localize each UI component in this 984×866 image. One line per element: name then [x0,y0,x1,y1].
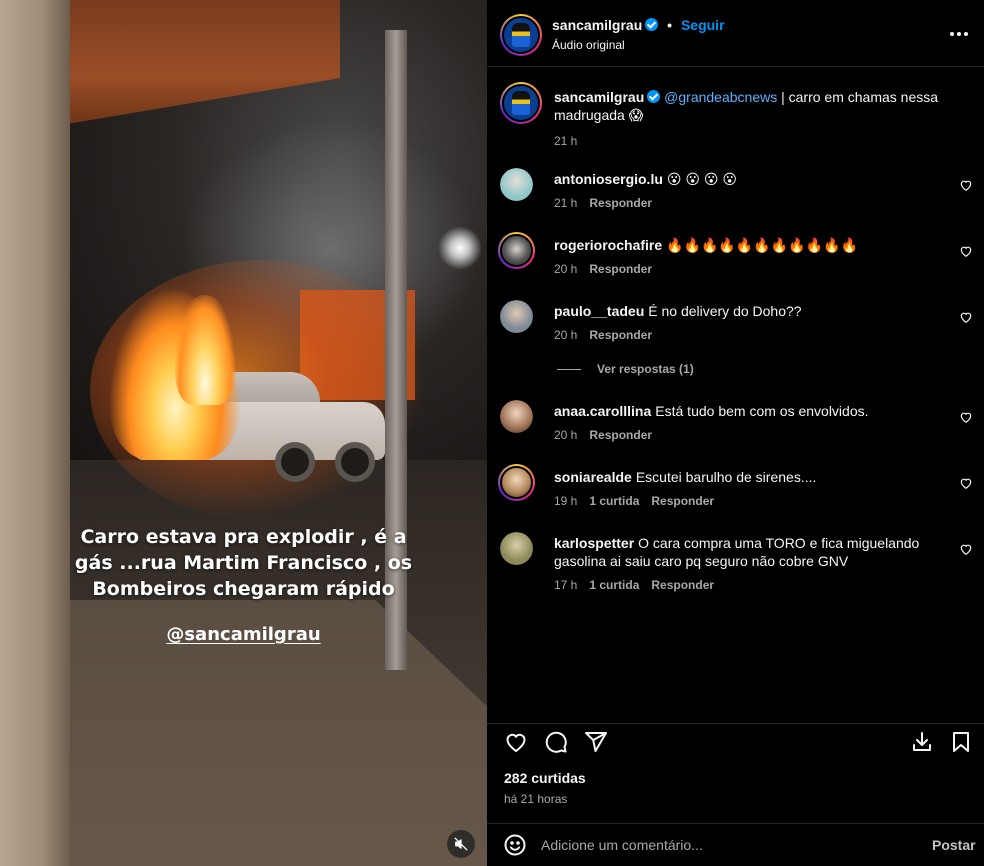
comment-likes[interactable]: 1 curtida [589,494,639,508]
author-avatar[interactable] [500,82,542,124]
caption-time[interactable]: 21 h [554,134,577,148]
heart-icon[interactable] [959,178,973,192]
comment-text: antoniosergio.lu 😮 😮 😮 😮 [554,170,944,188]
mention-link[interactable]: @grandeabcnews [664,89,777,105]
commenter-avatar[interactable] [500,300,533,333]
comment-meta: 17 h 1 curtida Responder [554,578,726,592]
post-comment-button[interactable]: Postar [932,837,976,853]
add-comment-bar: Postar [487,823,984,866]
comment-body: 🔥🔥🔥🔥🔥🔥🔥🔥🔥🔥🔥 [666,237,858,253]
commenter-username[interactable]: paulo__tadeu [554,303,644,319]
comment-text: karlospetter O cara compra uma TORO e fic… [554,534,944,570]
post-timestamp[interactable]: há 21 horas [504,792,567,806]
street-light [438,226,482,270]
comment-meta: 20 h Responder [554,428,664,442]
caption-username[interactable]: sancamilgrau [554,89,644,105]
caption-text: sancamilgrau @grandeabcnews | carro em c… [554,88,944,124]
handle-tag-text: @sancamilgrau [166,624,321,645]
commenter-username[interactable]: anaa.carolllina [554,403,651,419]
comment-meta: 20 h Responder [554,328,664,342]
caption-line: Carro estava pra explodir , é a [80,526,407,548]
commenter-username[interactable]: antoniosergio.lu [554,171,663,187]
heart-icon[interactable] [959,244,973,258]
commenter-avatar[interactable] [500,400,533,433]
follow-button[interactable]: Seguir [681,17,725,33]
share-icon[interactable] [584,730,608,754]
view-replies-label: Ver respostas (1) [597,362,694,376]
comment-body: Está tudo bem com os envolvidos. [655,403,869,419]
verified-badge-icon [645,18,659,31]
flame [175,295,235,405]
comment-time[interactable]: 21 h [554,196,577,210]
comment-time[interactable]: 20 h [554,428,577,442]
caption-line: gás ...rua Martim Francisco , os [74,552,413,574]
comment-text: soniarealde Escutei barulho de sirenes...… [554,468,944,486]
comment-text: anaa.carolllina Está tudo bem com os envo… [554,402,944,420]
commenter-username[interactable]: soniarealde [554,469,632,485]
comment-time[interactable]: 20 h [554,328,577,342]
bookmark-icon[interactable] [949,730,973,754]
reply-button[interactable]: Responder [651,578,714,592]
comments-list[interactable]: sancamilgrau @grandeabcnews | carro em c… [487,68,984,723]
mute-icon [454,837,468,851]
caption-line: Bombeiros chegaram rápido [92,578,395,600]
post-header: sancamilgrau • Seguir Áudio original [487,0,984,67]
download-icon[interactable] [910,730,934,754]
audio-label[interactable]: Áudio original [552,38,625,52]
comment-input[interactable] [541,835,911,855]
commenter-avatar[interactable] [500,168,533,201]
post-side-panel: sancamilgrau • Seguir Áudio original san… [487,0,984,866]
commenter-username[interactable]: karlospetter [554,535,634,551]
divider [557,368,581,370]
comment-text: rogeriorochafire 🔥🔥🔥🔥🔥🔥🔥🔥🔥🔥🔥 [554,236,944,254]
comment-time[interactable]: 19 h [554,494,577,508]
building-wall [0,0,70,866]
reply-button[interactable]: Responder [589,428,652,442]
comment-body: 😮 😮 😮 😮 [666,171,737,187]
heart-icon[interactable] [504,730,528,754]
comment-body: Escutei barulho de sirenes.... [635,469,817,485]
reply-button[interactable]: Responder [651,494,714,508]
comment-likes[interactable]: 1 curtida [589,578,639,592]
commenter-username[interactable]: rogeriorochafire [554,237,662,253]
comment-icon[interactable] [544,730,568,754]
video-caption: Carro estava pra explodir , é a gás ...r… [20,524,467,602]
commenter-avatar[interactable] [498,464,535,501]
emoji-icon[interactable] [503,833,527,857]
verified-badge-icon [647,90,661,103]
comment-body: É no delivery do Doho?? [648,303,802,319]
commenter-avatar[interactable] [500,532,533,565]
likes-count[interactable]: 282 curtidas [504,770,586,786]
author-line: sancamilgrau • Seguir [552,17,725,33]
video-player[interactable]: Carro estava pra explodir , é a gás ...r… [0,0,487,866]
video-frame [0,0,487,866]
comment-time[interactable]: 20 h [554,262,577,276]
author-username[interactable]: sancamilgrau [552,17,642,33]
view-replies-button[interactable]: Ver respostas (1) [557,362,694,376]
author-avatar[interactable] [500,14,542,56]
heart-icon[interactable] [959,542,973,556]
heart-icon[interactable] [959,410,973,424]
mute-button[interactable] [447,830,475,858]
comment-meta: 19 h 1 curtida Responder [554,494,726,508]
commenter-avatar[interactable] [498,232,535,269]
more-options-icon[interactable] [949,24,969,44]
reply-button[interactable]: Responder [589,196,652,210]
heart-icon[interactable] [959,476,973,490]
heart-icon[interactable] [959,310,973,324]
comment-time[interactable]: 17 h [554,578,577,592]
post-actions: 282 curtidas há 21 horas [487,723,984,823]
comment-meta: 21 h Responder [554,196,664,210]
comment-meta: 20 h Responder [554,262,664,276]
reply-button[interactable]: Responder [589,328,652,342]
video-handle-tag: @sancamilgrau [0,624,487,645]
comment-text: paulo__tadeu É no delivery do Doho?? [554,302,944,320]
separator: • [667,17,673,33]
reply-button[interactable]: Responder [589,262,652,276]
